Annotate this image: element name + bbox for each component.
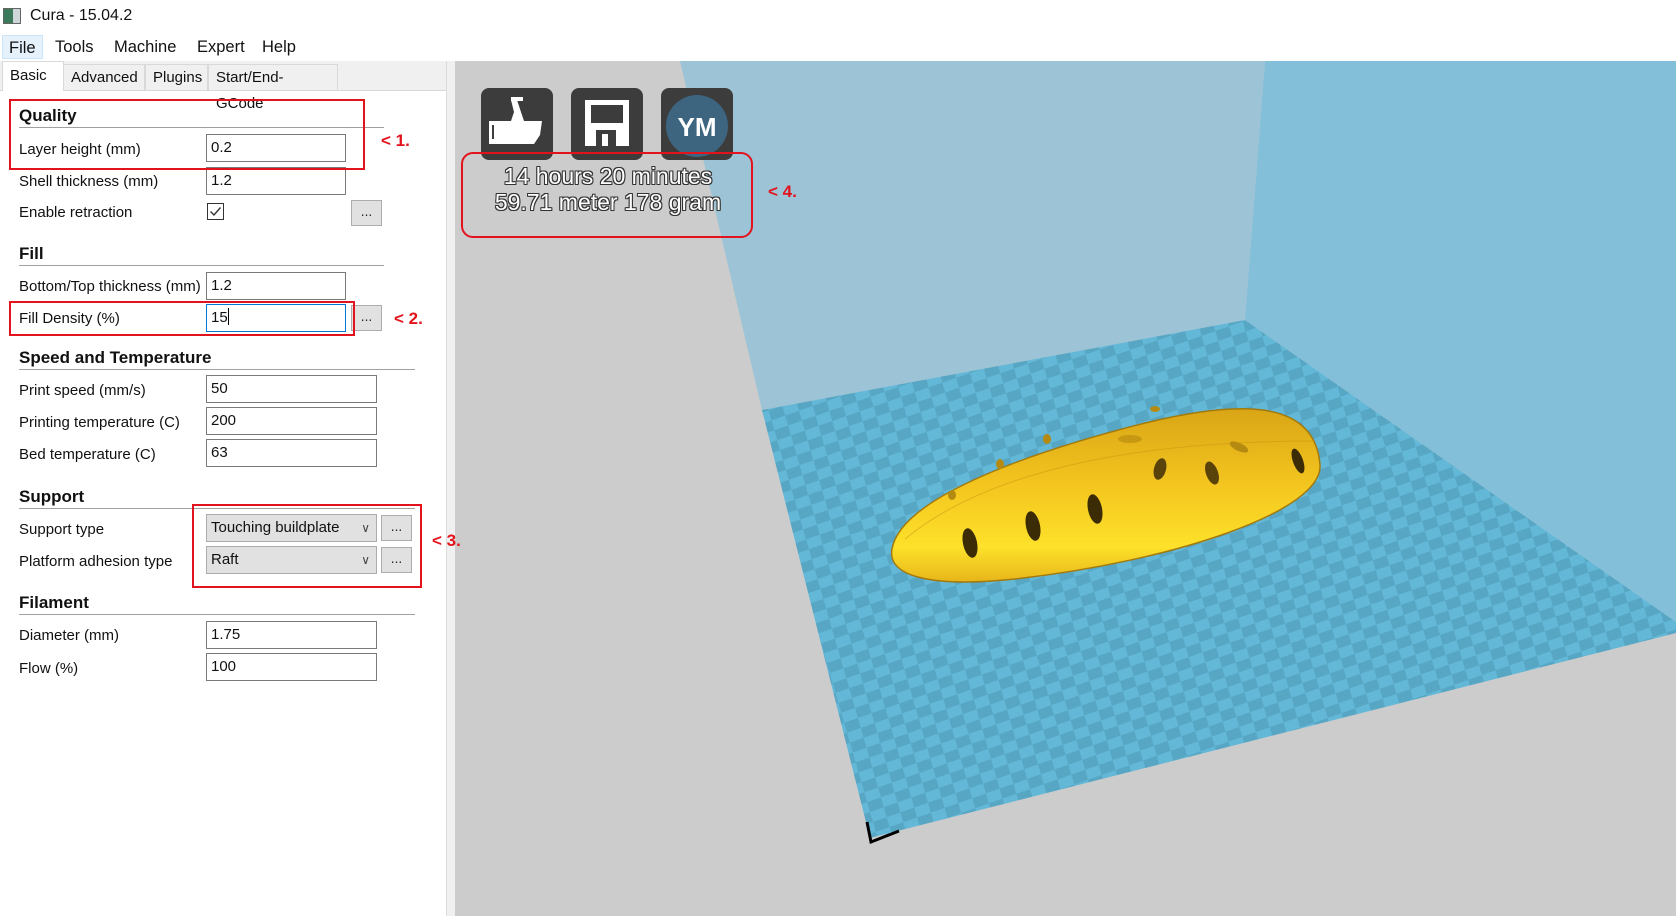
model-hole: [1118, 435, 1142, 443]
model-hole: [996, 459, 1004, 469]
flow-label: Flow (%): [19, 660, 79, 677]
floppy-disk-icon: [585, 100, 629, 146]
menu-machine[interactable]: Machine: [108, 35, 182, 59]
annotation-box-1: [9, 99, 365, 170]
annotation-box-4: [461, 152, 753, 238]
section-divider: [19, 265, 384, 267]
printing-temperature-label: Printing temperature (C): [19, 414, 180, 431]
menu-tools[interactable]: Tools: [49, 35, 100, 59]
section-title-filament: Filament: [19, 593, 89, 612]
section-divider: [19, 614, 415, 616]
menu-help[interactable]: Help: [256, 35, 302, 59]
window-title: Cura - 15.04.2: [30, 7, 133, 24]
annotation-label-2: < 2.: [394, 309, 423, 328]
annotation-box-3: [192, 504, 422, 588]
tab-start-end-gcode[interactable]: Start/End-GCode: [208, 64, 338, 112]
annotation-label-1: < 1.: [381, 131, 410, 150]
checkmark-icon: [210, 207, 222, 217]
annotation-box-2: [9, 301, 355, 336]
section-divider: [19, 369, 415, 371]
settings-panel: Basic Advanced Plugins Start/End-GCode Q…: [0, 61, 447, 916]
section-title-speed: Speed and Temperature: [19, 348, 212, 367]
tab-basic[interactable]: Basic: [2, 61, 64, 91]
flow-input[interactable]: 100: [206, 653, 377, 681]
tab-plugins[interactable]: Plugins: [145, 64, 208, 90]
section-title-support: Support: [19, 487, 85, 506]
shell-thickness-label: Shell thickness (mm): [19, 173, 159, 190]
menu-file[interactable]: File: [2, 35, 43, 59]
app-icon: [3, 8, 21, 24]
enable-retraction-checkbox[interactable]: [207, 203, 224, 220]
youmagine-button[interactable]: YM: [661, 88, 733, 160]
settings-tabs: Basic Advanced Plugins Start/End-GCode: [0, 61, 446, 112]
model-hole: [1150, 406, 1160, 412]
support-type-label: Support type: [19, 521, 105, 538]
bottom-top-thickness-label: Bottom/Top thickness (mm): [19, 278, 201, 295]
annotation-label-4: < 4.: [768, 182, 797, 201]
save-toolpath-button[interactable]: [571, 88, 643, 160]
menu-expert[interactable]: Expert: [191, 35, 251, 59]
bed-temperature-input[interactable]: 63: [206, 439, 377, 467]
load-icon: [489, 97, 542, 144]
diameter-label: Diameter (mm): [19, 627, 119, 644]
retraction-more-button[interactable]: ...: [351, 200, 382, 226]
printing-temperature-input[interactable]: 200: [206, 407, 377, 435]
print-speed-input[interactable]: 50: [206, 375, 377, 403]
platform-adhesion-label: Platform adhesion type: [19, 553, 173, 570]
fill-more-button[interactable]: ...: [351, 305, 382, 331]
panel-splitter[interactable]: [446, 61, 455, 916]
load-model-button[interactable]: [481, 88, 553, 160]
bottom-top-thickness-input[interactable]: 1.2: [206, 272, 346, 300]
model-hole: [948, 490, 956, 500]
annotation-label-3: < 3.: [432, 531, 461, 550]
enable-retraction-label: Enable retraction: [19, 204, 133, 221]
model-hole: [1043, 434, 1051, 444]
tab-advanced[interactable]: Advanced: [63, 64, 145, 90]
bed-temperature-label: Bed temperature (C): [19, 446, 156, 463]
youmagine-label: YM: [677, 112, 717, 142]
print-speed-label: Print speed (mm/s): [19, 382, 146, 399]
section-title-fill: Fill: [19, 244, 44, 263]
diameter-input[interactable]: 1.75: [206, 621, 377, 649]
menu-bar: File Tools Machine Expert Help: [0, 33, 1676, 61]
title-bar: Cura - 15.04.2: [0, 0, 1676, 33]
shell-thickness-input[interactable]: 1.2: [206, 167, 346, 195]
